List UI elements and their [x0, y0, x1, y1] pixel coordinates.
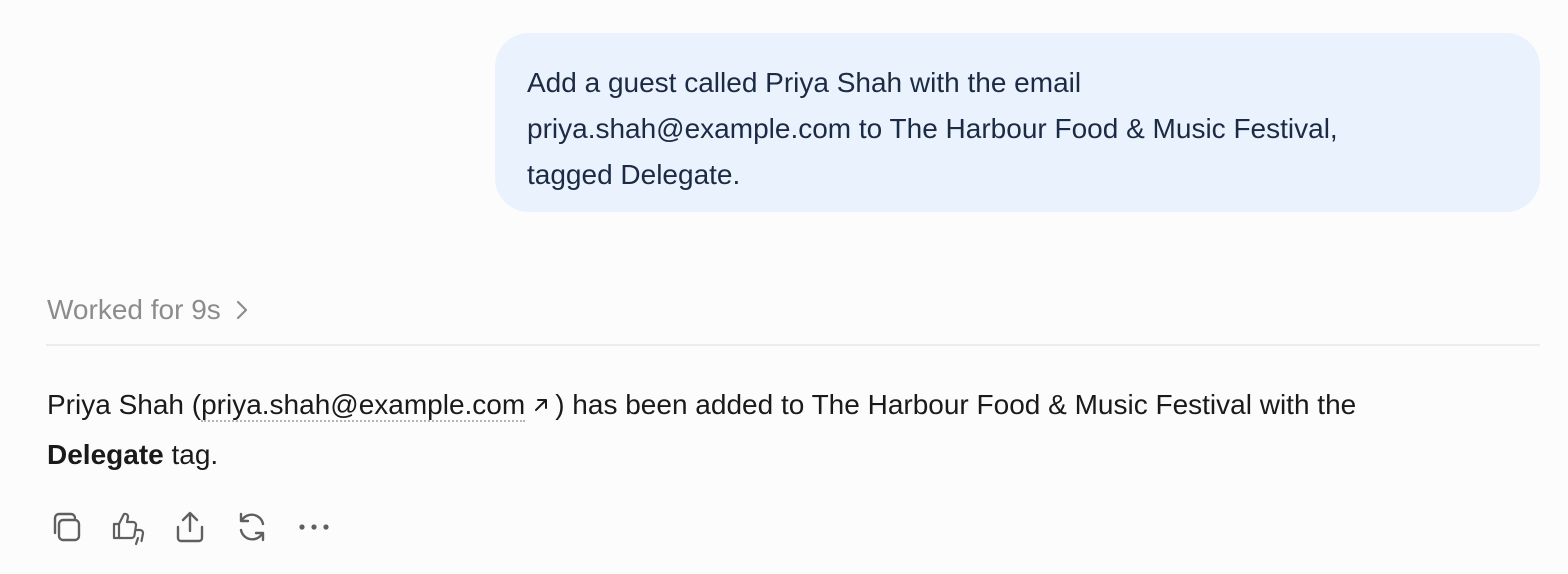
user-message-line-3: tagged Delegate. [527, 159, 741, 190]
more-icon [297, 522, 331, 532]
regenerate-button[interactable] [232, 507, 272, 547]
answer-suffix: tag. [163, 439, 219, 470]
assistant-message-paragraph: Priya Shah (priya.shah@example.com ) has … [47, 380, 1537, 480]
share-button[interactable] [170, 507, 210, 547]
regenerate-icon [234, 509, 270, 545]
worked-for-toggle[interactable]: Worked for 9s [47, 290, 251, 330]
arrow-up-right-icon[interactable] [531, 381, 551, 411]
answer-prefix: Priya Shah ( [47, 389, 202, 420]
user-message-line-2: priya.shah@example.com to The Harbour Fo… [527, 113, 1338, 144]
copy-icon [48, 509, 84, 545]
thumbs-up-down-icon [109, 508, 147, 546]
message-actions [46, 506, 356, 548]
more-options-button[interactable] [294, 507, 334, 547]
answer-middle: ) has been added to The Harbour Food & M… [555, 389, 1357, 420]
chevron-right-icon [235, 298, 251, 322]
tag-name: Delegate [47, 439, 164, 470]
feedback-button[interactable] [108, 507, 148, 547]
assistant-message: Priya Shah (priya.shah@example.com ) has … [47, 380, 1537, 480]
email-link[interactable]: priya.shah@example.com [201, 389, 526, 422]
user-message-bubble: Add a guest called Priya Shah with the e… [495, 33, 1540, 212]
copy-button[interactable] [46, 507, 86, 547]
worked-for-label: Worked for 9s [47, 294, 221, 325]
share-icon [172, 509, 208, 545]
divider [46, 344, 1540, 346]
user-message-line-1: Add a guest called Priya Shah with the e… [527, 67, 1082, 98]
